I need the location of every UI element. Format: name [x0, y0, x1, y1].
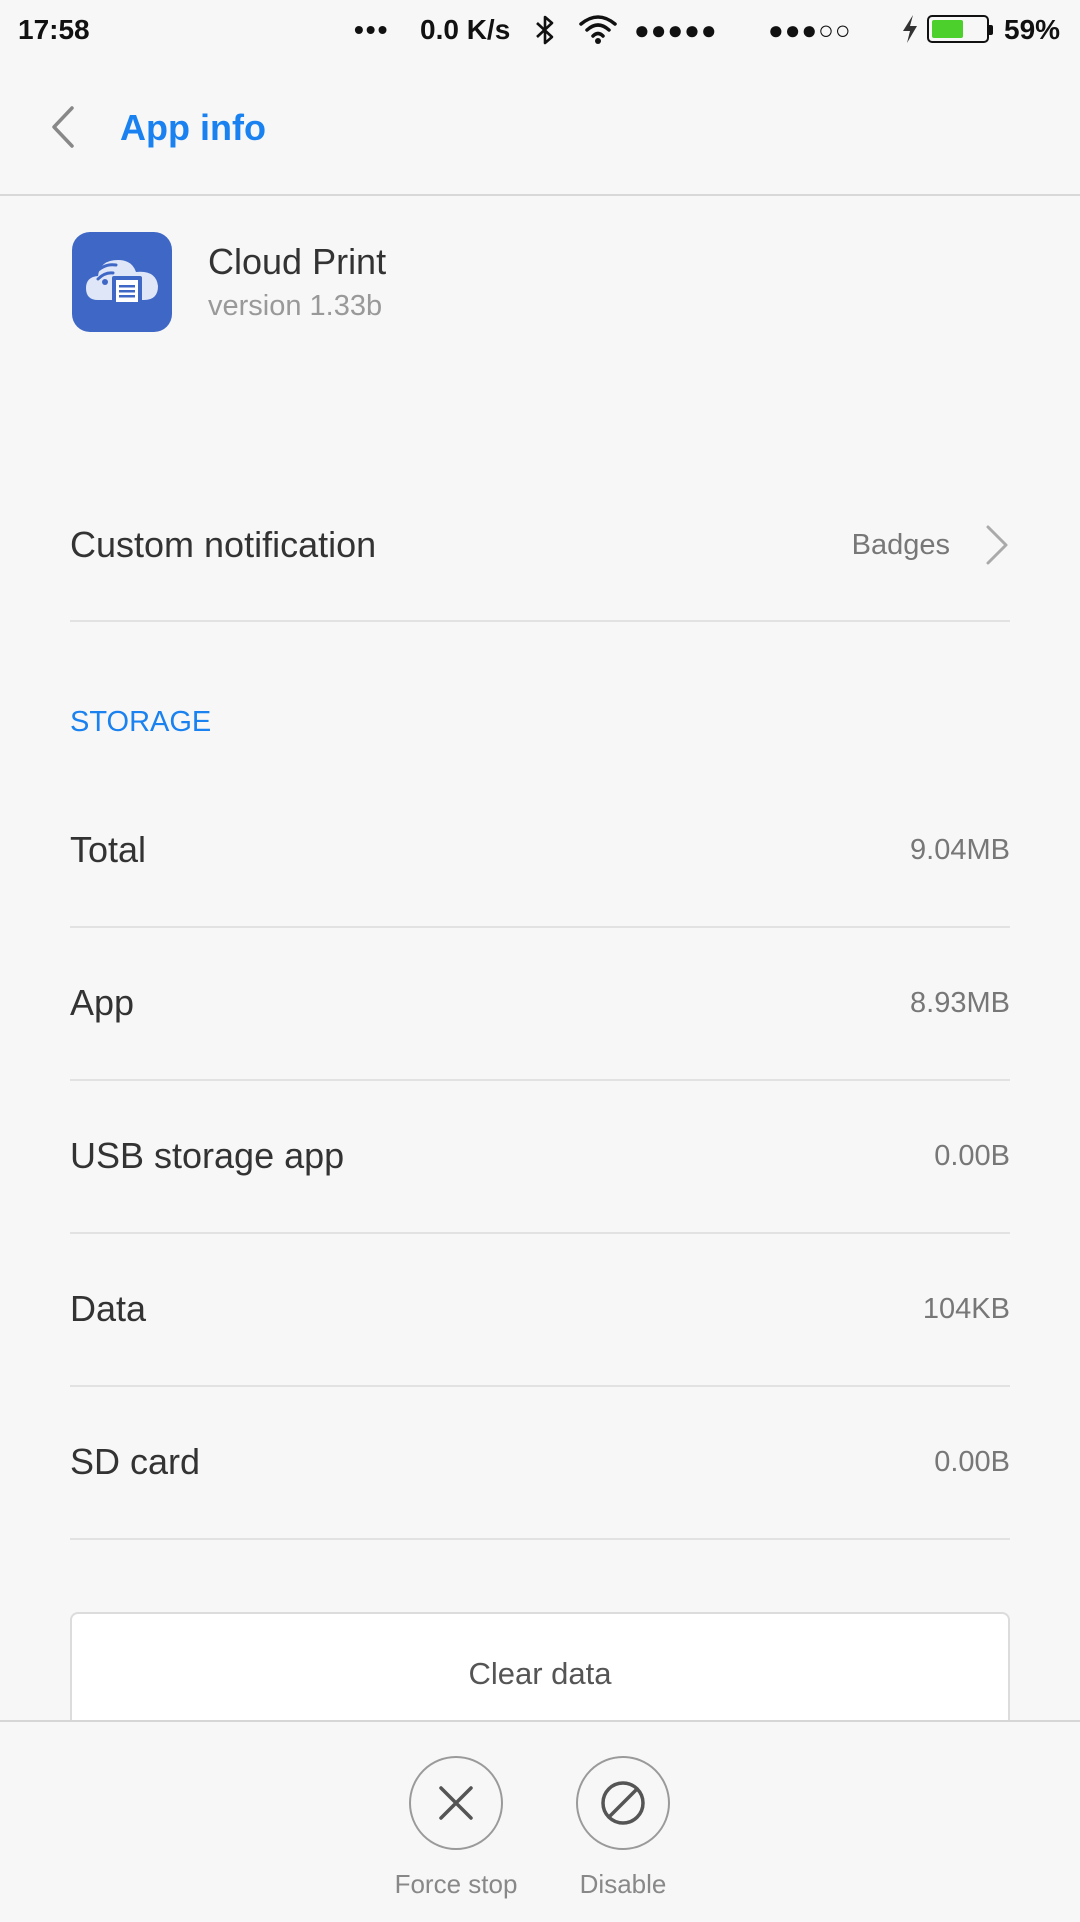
signal-strength-sim2: ●●●○○	[768, 15, 852, 45]
network-speed: 0.0 K/s	[420, 14, 511, 45]
storage-row-value: 8.93MB	[910, 987, 1010, 1019]
clear-data-button[interactable]: Clear data	[70, 1612, 1010, 1722]
custom-notification-value: Badges	[851, 529, 950, 561]
custom-notification-row[interactable]: Custom notification Badges	[70, 470, 1010, 622]
cloud-print-app-icon	[72, 232, 172, 332]
status-bar: 17:58 ••• 0.0 K/s ●●●●● ●●●○○ 59%	[0, 0, 1080, 62]
chevron-right-icon	[986, 525, 1008, 565]
storage-row-label: Data	[70, 1288, 147, 1329]
block-icon	[601, 1781, 645, 1825]
storage-row-value: 104KB	[922, 1293, 1010, 1325]
storage-row-data: Data 104KB	[70, 1233, 1010, 1387]
custom-notification-label: Custom notification	[70, 524, 377, 565]
bottom-action-bar: Force stop Disable	[0, 1720, 1080, 1922]
battery-icon	[927, 15, 993, 43]
chevron-left-icon	[52, 106, 74, 148]
disable-circle	[576, 1756, 670, 1850]
force-stop-circle	[409, 1756, 503, 1850]
storage-row-app: App 8.93MB	[70, 927, 1010, 1081]
storage-row-label: Total	[70, 829, 147, 870]
app-bar: App info	[0, 62, 1080, 196]
charging-icon	[900, 14, 920, 53]
page-title: App info	[120, 107, 266, 148]
signal-strength-sim1: ●●●●●	[634, 15, 718, 45]
status-time: 17:58	[18, 14, 90, 45]
storage-row-total: Total 9.04MB	[70, 774, 1010, 928]
battery-level	[932, 20, 963, 38]
storage-row-value: 0.00B	[934, 1140, 1010, 1172]
storage-row-sd-card: SD card 0.00B	[70, 1386, 1010, 1540]
back-button[interactable]	[44, 102, 84, 152]
storage-row-usb: USB storage app 0.00B	[70, 1080, 1010, 1234]
storage-row-label: App	[70, 982, 135, 1023]
storage-row-label: USB storage app	[70, 1135, 345, 1176]
battery-percent: 59%	[1004, 14, 1061, 45]
close-icon	[439, 1786, 473, 1820]
app-name: Cloud Print	[208, 241, 387, 282]
force-stop-label: Force stop	[394, 1869, 518, 1899]
storage-row-value: 9.04MB	[910, 834, 1010, 866]
wifi-icon	[578, 12, 618, 55]
clear-data-label: Clear data	[468, 1656, 612, 1691]
storage-section-header: STORAGE	[70, 706, 212, 738]
bluetooth-icon	[532, 14, 558, 55]
disable-label: Disable	[579, 1869, 667, 1899]
storage-row-label: SD card	[70, 1441, 201, 1482]
storage-row-value: 0.00B	[934, 1446, 1010, 1478]
more-notifications-icon: •••	[354, 14, 390, 45]
app-version: version 1.33b	[208, 290, 383, 322]
